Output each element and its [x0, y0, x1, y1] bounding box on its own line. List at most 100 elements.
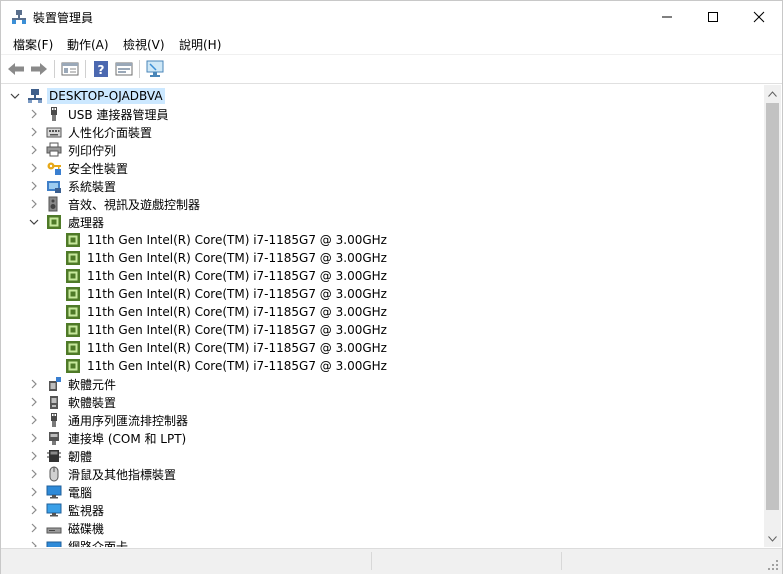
chevron-right-icon[interactable]	[28, 414, 40, 426]
menu-help[interactable]: 說明(H)	[179, 36, 221, 53]
tree-device-item[interactable]: 11th Gen Intel(R) Core(TM) i7-1185G7 @ 3…	[47, 303, 389, 321]
chevron-down-icon[interactable]	[28, 216, 40, 228]
tree-node-label: USB 連接器管理員	[68, 107, 169, 122]
tree-category-item[interactable]: 通用序列匯流排控制器	[28, 411, 190, 429]
tree-device-item[interactable]: 11th Gen Intel(R) Core(TM) i7-1185G7 @ 3…	[47, 249, 389, 267]
chevron-right-icon[interactable]	[28, 396, 40, 408]
tree-node-label: 系統裝置	[68, 179, 117, 194]
tree-node-label: 11th Gen Intel(R) Core(TM) i7-1185G7 @ 3…	[87, 269, 387, 283]
title-bar[interactable]: 裝置管理員	[1, 1, 782, 32]
computer-icon	[27, 88, 43, 104]
tree-device-item[interactable]: 11th Gen Intel(R) Core(TM) i7-1185G7 @ 3…	[47, 285, 389, 303]
tree-category-item[interactable]: 音效、視訊及遊戲控制器	[28, 195, 202, 213]
toolbar-separator	[85, 60, 86, 78]
tree-root-computer[interactable]: DESKTOP-OJADBVA	[9, 87, 165, 105]
tree-device-item[interactable]: 11th Gen Intel(R) Core(TM) i7-1185G7 @ 3…	[47, 357, 389, 375]
chevron-right-icon[interactable]	[28, 504, 40, 516]
tree-device-item[interactable]: 11th Gen Intel(R) Core(TM) i7-1185G7 @ 3…	[47, 321, 389, 339]
chevron-right-icon[interactable]	[28, 198, 40, 210]
back-button[interactable]	[6, 59, 26, 79]
tree-category-item[interactable]: 網路介面卡	[28, 537, 130, 547]
chevron-right-icon[interactable]	[28, 162, 40, 174]
update-driver-button[interactable]	[114, 59, 134, 79]
tree-node-label: 11th Gen Intel(R) Core(TM) i7-1185G7 @ 3…	[87, 251, 387, 265]
chevron-right-icon[interactable]	[28, 450, 40, 462]
tree-category-item[interactable]: 列印佇列	[28, 141, 118, 159]
chevron-right-icon[interactable]	[28, 126, 40, 138]
software-device-icon	[46, 394, 62, 410]
chevron-right-icon[interactable]	[28, 378, 40, 390]
port-icon	[46, 430, 62, 446]
properties-button[interactable]	[60, 59, 80, 79]
chevron-down-icon	[768, 535, 777, 542]
monitor-icon	[46, 502, 62, 518]
close-icon	[753, 11, 765, 22]
software-component-icon	[46, 376, 62, 392]
tree-node-label: 網路介面卡	[68, 539, 129, 548]
tree-category-item[interactable]: 處理器	[28, 213, 106, 231]
maximize-button[interactable]	[690, 1, 736, 32]
chevron-down-icon[interactable]	[9, 90, 21, 102]
tree-node-label: 安全性裝置	[68, 161, 129, 176]
tree-category-item[interactable]: 韌體	[28, 447, 94, 465]
vertical-scrollbar[interactable]	[764, 85, 781, 547]
menu-view[interactable]: 檢視(V)	[123, 36, 165, 53]
processor-icon	[65, 250, 81, 266]
toolbar-separator	[139, 60, 140, 78]
size-grip-icon[interactable]	[767, 559, 779, 571]
tree-node-label: 軟體裝置	[68, 395, 117, 410]
tree-category-item[interactable]: 滑鼠及其他指標裝置	[28, 465, 178, 483]
processor-icon	[46, 214, 62, 230]
tree-category-item[interactable]: 人性化介面裝置	[28, 123, 154, 141]
tree-device-item[interactable]: 11th Gen Intel(R) Core(TM) i7-1185G7 @ 3…	[47, 267, 389, 285]
close-button[interactable]	[736, 1, 782, 32]
chevron-right-icon[interactable]	[28, 540, 40, 547]
chevron-right-icon[interactable]	[28, 468, 40, 480]
tree-node-label: 滑鼠及其他指標裝置	[68, 467, 177, 482]
scroll-down-button[interactable]	[764, 530, 781, 547]
tree-node-label: 韌體	[68, 449, 93, 464]
tree-category-item[interactable]: USB 連接器管理員	[28, 105, 170, 123]
scan-hardware-button[interactable]	[145, 59, 165, 79]
tree-category-item[interactable]: 軟體元件	[28, 375, 118, 393]
minimize-button[interactable]	[644, 1, 690, 32]
tree-category-item[interactable]: 安全性裝置	[28, 159, 130, 177]
tree-category-item[interactable]: 磁碟機	[28, 519, 106, 537]
tree-node-label: 磁碟機	[68, 521, 105, 536]
scrollbar-thumb[interactable]	[766, 103, 779, 510]
tree-node-label: 11th Gen Intel(R) Core(TM) i7-1185G7 @ 3…	[87, 323, 387, 337]
back-arrow-icon	[8, 63, 24, 75]
tree-category-item[interactable]: 監視器	[28, 501, 106, 519]
menu-file[interactable]: 檔案(F)	[13, 36, 53, 53]
tree-category-item[interactable]: 系統裝置	[28, 177, 118, 195]
minimize-icon	[662, 16, 672, 17]
tree-category-item[interactable]: 電腦	[28, 483, 94, 501]
forward-arrow-icon	[31, 63, 47, 75]
chevron-right-icon[interactable]	[28, 522, 40, 534]
tree-category-item[interactable]: 連接埠 (COM 和 LPT)	[28, 429, 188, 447]
device-tree[interactable]: DESKTOP-OJADBVA USB 連接器管理員 人性化介面裝置 列印佇列安全性裝…	[3, 85, 763, 547]
processor-icon	[65, 304, 81, 320]
device-manager-icon	[12, 10, 26, 24]
tree-category-item[interactable]: 軟體裝置	[28, 393, 118, 411]
svg-text:?: ?	[98, 63, 105, 77]
processor-icon	[65, 322, 81, 338]
chevron-right-icon[interactable]	[28, 486, 40, 498]
chevron-right-icon[interactable]	[28, 180, 40, 192]
chevron-right-icon[interactable]	[28, 108, 40, 120]
tree-device-item[interactable]: 11th Gen Intel(R) Core(TM) i7-1185G7 @ 3…	[47, 231, 389, 249]
chevron-right-icon[interactable]	[28, 144, 40, 156]
menu-action[interactable]: 動作(A)	[67, 36, 109, 53]
help-button[interactable]: ?	[91, 59, 111, 79]
tree-node-label: 11th Gen Intel(R) Core(TM) i7-1185G7 @ 3…	[87, 305, 387, 319]
tree-device-item[interactable]: 11th Gen Intel(R) Core(TM) i7-1185G7 @ 3…	[47, 339, 389, 357]
forward-button[interactable]	[29, 59, 49, 79]
chevron-right-icon[interactable]	[28, 432, 40, 444]
scroll-up-button[interactable]	[764, 85, 781, 102]
keyboard-icon	[46, 124, 62, 140]
device-manager-window: 裝置管理員 檔案(F) 動作(A) 檢視(V) 說明(H) ? DESKTOP-…	[0, 0, 783, 574]
tree-node-label: 音效、視訊及遊戲控制器	[68, 197, 201, 212]
